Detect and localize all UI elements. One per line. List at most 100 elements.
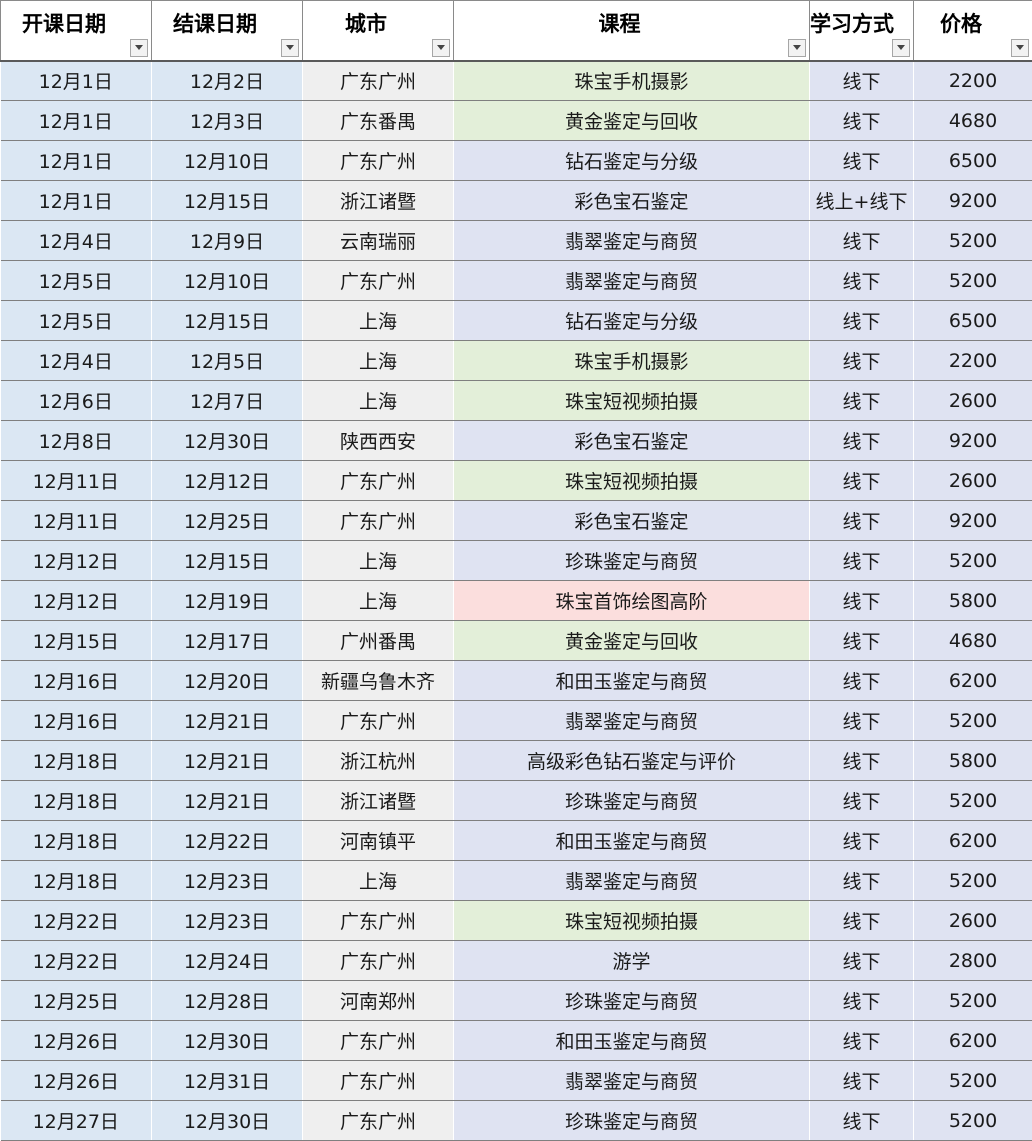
start-date-cell[interactable]: 12月5日 bbox=[0, 260, 152, 301]
course-cell[interactable]: 黄金鉴定与回收 bbox=[453, 620, 810, 661]
start-date-cell[interactable]: 12月4日 bbox=[0, 220, 152, 261]
start-date-cell[interactable]: 12月26日 bbox=[0, 1060, 152, 1101]
course-cell[interactable]: 和田玉鉴定与商贸 bbox=[453, 820, 810, 861]
city-cell[interactable]: 广东广州 bbox=[302, 900, 454, 941]
course-cell[interactable]: 珍珠鉴定与商贸 bbox=[453, 540, 810, 581]
course-cell[interactable]: 翡翠鉴定与商贸 bbox=[453, 1060, 810, 1101]
city-cell[interactable]: 云南瑞丽 bbox=[302, 220, 454, 261]
end-date-cell[interactable]: 12月23日 bbox=[151, 860, 303, 901]
end-date-cell[interactable]: 12月19日 bbox=[151, 580, 303, 621]
study-mode-cell[interactable]: 线下 bbox=[809, 780, 914, 821]
price-cell[interactable]: 2600 bbox=[913, 900, 1032, 941]
city-cell[interactable]: 广东广州 bbox=[302, 460, 454, 501]
header-city[interactable]: 城市 bbox=[302, 0, 454, 62]
header-study-mode[interactable]: 学习方式 bbox=[809, 0, 914, 62]
city-cell[interactable]: 广东广州 bbox=[302, 60, 454, 101]
course-cell[interactable]: 黄金鉴定与回收 bbox=[453, 100, 810, 141]
end-date-cell[interactable]: 12月24日 bbox=[151, 940, 303, 981]
study-mode-cell[interactable]: 线下 bbox=[809, 500, 914, 541]
end-date-cell[interactable]: 12月21日 bbox=[151, 780, 303, 821]
study-mode-cell[interactable]: 线上+线下 bbox=[809, 180, 914, 221]
price-cell[interactable]: 5200 bbox=[913, 860, 1032, 901]
city-cell[interactable]: 陕西西安 bbox=[302, 420, 454, 461]
city-cell[interactable]: 上海 bbox=[302, 540, 454, 581]
start-date-cell[interactable]: 12月4日 bbox=[0, 340, 152, 381]
city-cell[interactable]: 浙江杭州 bbox=[302, 740, 454, 781]
end-date-cell[interactable]: 12月31日 bbox=[151, 1060, 303, 1101]
end-date-cell[interactable]: 12月15日 bbox=[151, 300, 303, 341]
course-cell[interactable]: 彩色宝石鉴定 bbox=[453, 180, 810, 221]
course-cell[interactable]: 翡翠鉴定与商贸 bbox=[453, 260, 810, 301]
price-cell[interactable]: 2200 bbox=[913, 340, 1032, 381]
course-cell[interactable]: 游学 bbox=[453, 940, 810, 981]
study-mode-cell[interactable]: 线下 bbox=[809, 1100, 914, 1141]
start-date-cell[interactable]: 12月11日 bbox=[0, 460, 152, 501]
filter-dropdown-button[interactable] bbox=[432, 38, 450, 57]
course-cell[interactable]: 珍珠鉴定与商贸 bbox=[453, 780, 810, 821]
study-mode-cell[interactable]: 线下 bbox=[809, 100, 914, 141]
course-cell[interactable]: 翡翠鉴定与商贸 bbox=[453, 700, 810, 741]
header-price[interactable]: 价格 bbox=[913, 0, 1032, 62]
course-cell[interactable]: 高级彩色钻石鉴定与评价 bbox=[453, 740, 810, 781]
filter-dropdown-button[interactable] bbox=[130, 38, 148, 57]
end-date-cell[interactable]: 12月30日 bbox=[151, 1100, 303, 1141]
filter-dropdown-button[interactable] bbox=[1011, 38, 1029, 57]
start-date-cell[interactable]: 12月6日 bbox=[0, 380, 152, 421]
start-date-cell[interactable]: 12月18日 bbox=[0, 780, 152, 821]
start-date-cell[interactable]: 12月5日 bbox=[0, 300, 152, 341]
end-date-cell[interactable]: 12月25日 bbox=[151, 500, 303, 541]
price-cell[interactable]: 2200 bbox=[913, 60, 1032, 101]
start-date-cell[interactable]: 12月25日 bbox=[0, 980, 152, 1021]
study-mode-cell[interactable]: 线下 bbox=[809, 860, 914, 901]
end-date-cell[interactable]: 12月7日 bbox=[151, 380, 303, 421]
start-date-cell[interactable]: 12月12日 bbox=[0, 540, 152, 581]
study-mode-cell[interactable]: 线下 bbox=[809, 260, 914, 301]
price-cell[interactable]: 5200 bbox=[913, 220, 1032, 261]
city-cell[interactable]: 上海 bbox=[302, 580, 454, 621]
start-date-cell[interactable]: 12月1日 bbox=[0, 100, 152, 141]
end-date-cell[interactable]: 12月2日 bbox=[151, 60, 303, 101]
end-date-cell[interactable]: 12月10日 bbox=[151, 260, 303, 301]
start-date-cell[interactable]: 12月27日 bbox=[0, 1100, 152, 1141]
price-cell[interactable]: 9200 bbox=[913, 500, 1032, 541]
end-date-cell[interactable]: 12月5日 bbox=[151, 340, 303, 381]
end-date-cell[interactable]: 12月3日 bbox=[151, 100, 303, 141]
study-mode-cell[interactable]: 线下 bbox=[809, 540, 914, 581]
start-date-cell[interactable]: 12月26日 bbox=[0, 1020, 152, 1061]
course-cell[interactable]: 珠宝短视频拍摄 bbox=[453, 900, 810, 941]
end-date-cell[interactable]: 12月28日 bbox=[151, 980, 303, 1021]
start-date-cell[interactable]: 12月1日 bbox=[0, 180, 152, 221]
end-date-cell[interactable]: 12月30日 bbox=[151, 420, 303, 461]
course-cell[interactable]: 翡翠鉴定与商贸 bbox=[453, 860, 810, 901]
study-mode-cell[interactable]: 线下 bbox=[809, 820, 914, 861]
course-cell[interactable]: 珠宝短视频拍摄 bbox=[453, 460, 810, 501]
price-cell[interactable]: 9200 bbox=[913, 420, 1032, 461]
price-cell[interactable]: 5200 bbox=[913, 1060, 1032, 1101]
header-course[interactable]: 课程 bbox=[453, 0, 810, 62]
city-cell[interactable]: 广东番禺 bbox=[302, 100, 454, 141]
start-date-cell[interactable]: 12月18日 bbox=[0, 740, 152, 781]
start-date-cell[interactable]: 12月11日 bbox=[0, 500, 152, 541]
course-cell[interactable]: 珍珠鉴定与商贸 bbox=[453, 1100, 810, 1141]
end-date-cell[interactable]: 12月9日 bbox=[151, 220, 303, 261]
start-date-cell[interactable]: 12月22日 bbox=[0, 940, 152, 981]
price-cell[interactable]: 5200 bbox=[913, 540, 1032, 581]
price-cell[interactable]: 6500 bbox=[913, 300, 1032, 341]
start-date-cell[interactable]: 12月18日 bbox=[0, 860, 152, 901]
course-cell[interactable]: 彩色宝石鉴定 bbox=[453, 420, 810, 461]
city-cell[interactable]: 广东广州 bbox=[302, 140, 454, 181]
course-cell[interactable]: 珍珠鉴定与商贸 bbox=[453, 980, 810, 1021]
filter-dropdown-button[interactable] bbox=[892, 38, 910, 57]
course-cell[interactable]: 和田玉鉴定与商贸 bbox=[453, 1020, 810, 1061]
course-cell[interactable]: 珠宝短视频拍摄 bbox=[453, 380, 810, 421]
study-mode-cell[interactable]: 线下 bbox=[809, 700, 914, 741]
price-cell[interactable]: 6200 bbox=[913, 1020, 1032, 1061]
city-cell[interactable]: 广州番禺 bbox=[302, 620, 454, 661]
price-cell[interactable]: 4680 bbox=[913, 620, 1032, 661]
header-end-date[interactable]: 结课日期 bbox=[151, 0, 303, 62]
start-date-cell[interactable]: 12月15日 bbox=[0, 620, 152, 661]
price-cell[interactable]: 5200 bbox=[913, 980, 1032, 1021]
city-cell[interactable]: 广东广州 bbox=[302, 260, 454, 301]
end-date-cell[interactable]: 12月22日 bbox=[151, 820, 303, 861]
price-cell[interactable]: 2600 bbox=[913, 380, 1032, 421]
